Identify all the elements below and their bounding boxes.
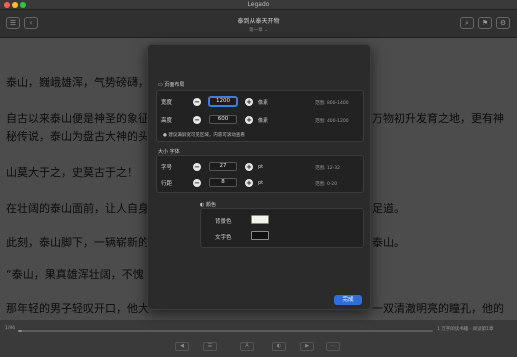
theme-button[interactable]: ◐	[272, 342, 286, 351]
font-size-range: 范围: 12-32	[315, 166, 341, 171]
search-icon[interactable]: ⌕	[460, 17, 474, 29]
next-chapter-button[interactable]: ▶	[300, 342, 314, 351]
prev-chapter-button[interactable]: ◀	[175, 342, 189, 351]
text-color-swatch[interactable]	[251, 231, 269, 240]
page-layout-section-title: ▭ 页面布局	[158, 82, 185, 88]
settings-icon[interactable]: ⚙	[496, 17, 510, 29]
reader-toolbar: ☰ ‹ 泰到从泰天开物 第一章 ⌄ ⌕ ⚑ ⚙	[0, 10, 517, 38]
reading-settings-dialog: ▭ 页面布局 宽度 − 1200 + 像素 范围: 800-1400 高度 − …	[147, 44, 371, 310]
width-input[interactable]: 1200	[209, 97, 237, 106]
height-decrement-button[interactable]: −	[193, 116, 201, 124]
height-range: 范围: 400-1200	[315, 119, 349, 124]
chapter-header[interactable]: 泰到从泰天开物 第一章 ⌄	[0, 16, 517, 33]
bookmark-icon[interactable]: ⚑	[478, 17, 492, 29]
font-size-label: 字号	[161, 165, 173, 171]
line-spacing-label: 行距	[161, 181, 173, 187]
background-color-label: 背景色	[215, 219, 232, 225]
color-section-title: ◐ 颜色	[200, 202, 216, 208]
width-unit: 像素	[258, 100, 269, 106]
paragraph-fragment: 一双清澈明亮的瞳孔，他的	[372, 302, 504, 315]
layout-hint: ● 建议满屏宽可见区域，内容可滚动查看	[163, 133, 245, 138]
chapter-subtitle[interactable]: 第一章 ⌄	[0, 27, 517, 33]
reader-bottombar: 1/96 1 万字阅读书籍 · 阅读第1章 ◀ ☰ A ◐ ▶ ⋯	[0, 320, 517, 357]
height-unit: 像素	[258, 118, 269, 124]
height-increment-button[interactable]: +	[245, 116, 253, 124]
window-title: Legado	[247, 1, 270, 8]
progress-slider[interactable]	[18, 330, 433, 332]
height-input[interactable]: 600	[209, 115, 237, 124]
font-button[interactable]: A	[240, 342, 254, 351]
toc-button[interactable]: ☰	[203, 342, 217, 351]
line-spacing-increment-button[interactable]: +	[245, 179, 253, 187]
window-titlebar: Legado	[0, 0, 517, 10]
font-group: 字号 − 27 + pt 范围: 12-32 行距 − 8 + pt 范围: 0…	[156, 155, 364, 193]
height-label: 高度	[161, 118, 173, 124]
paragraph-fragment: 万物初升发育之地，更有神	[372, 112, 504, 125]
font-size-decrement-button[interactable]: −	[193, 163, 201, 171]
done-button[interactable]: 完成	[334, 295, 362, 305]
font-size-unit: pt	[258, 164, 264, 170]
paragraph-fragment: 泰山。	[372, 236, 405, 249]
line-spacing-input[interactable]: 8	[209, 178, 237, 187]
width-decrement-button[interactable]: −	[193, 98, 201, 106]
progress-left-label: 1/96	[5, 326, 16, 331]
line-spacing-decrement-button[interactable]: −	[193, 179, 201, 187]
layout-icon: ▭	[158, 82, 163, 88]
progress-right-label: 1 万字阅读书籍 · 阅读第1章	[437, 327, 494, 332]
more-button[interactable]: ⋯	[326, 342, 340, 351]
font-size-input[interactable]: 27	[209, 162, 237, 171]
chapter-title: 泰到从泰天开物	[237, 18, 280, 25]
width-increment-button[interactable]: +	[245, 98, 253, 106]
paragraph-fragment: 足道。	[372, 202, 405, 215]
line-spacing-unit: pt	[258, 180, 264, 186]
width-label: 宽度	[161, 100, 173, 106]
page-layout-group: 宽度 − 1200 + 像素 范围: 800-1400 高度 − 600 + 像…	[156, 90, 364, 142]
line-spacing-range: 范围: 0-20	[315, 182, 338, 187]
progress-fill	[18, 330, 23, 332]
background-color-swatch[interactable]	[251, 215, 269, 224]
width-range: 范围: 800-1400	[315, 101, 349, 106]
font-size-increment-button[interactable]: +	[245, 163, 253, 171]
font-section-title: 大小 字体	[158, 149, 180, 155]
text-color-label: 文字色	[215, 235, 232, 241]
color-group: 背景色 文字色	[200, 208, 364, 248]
